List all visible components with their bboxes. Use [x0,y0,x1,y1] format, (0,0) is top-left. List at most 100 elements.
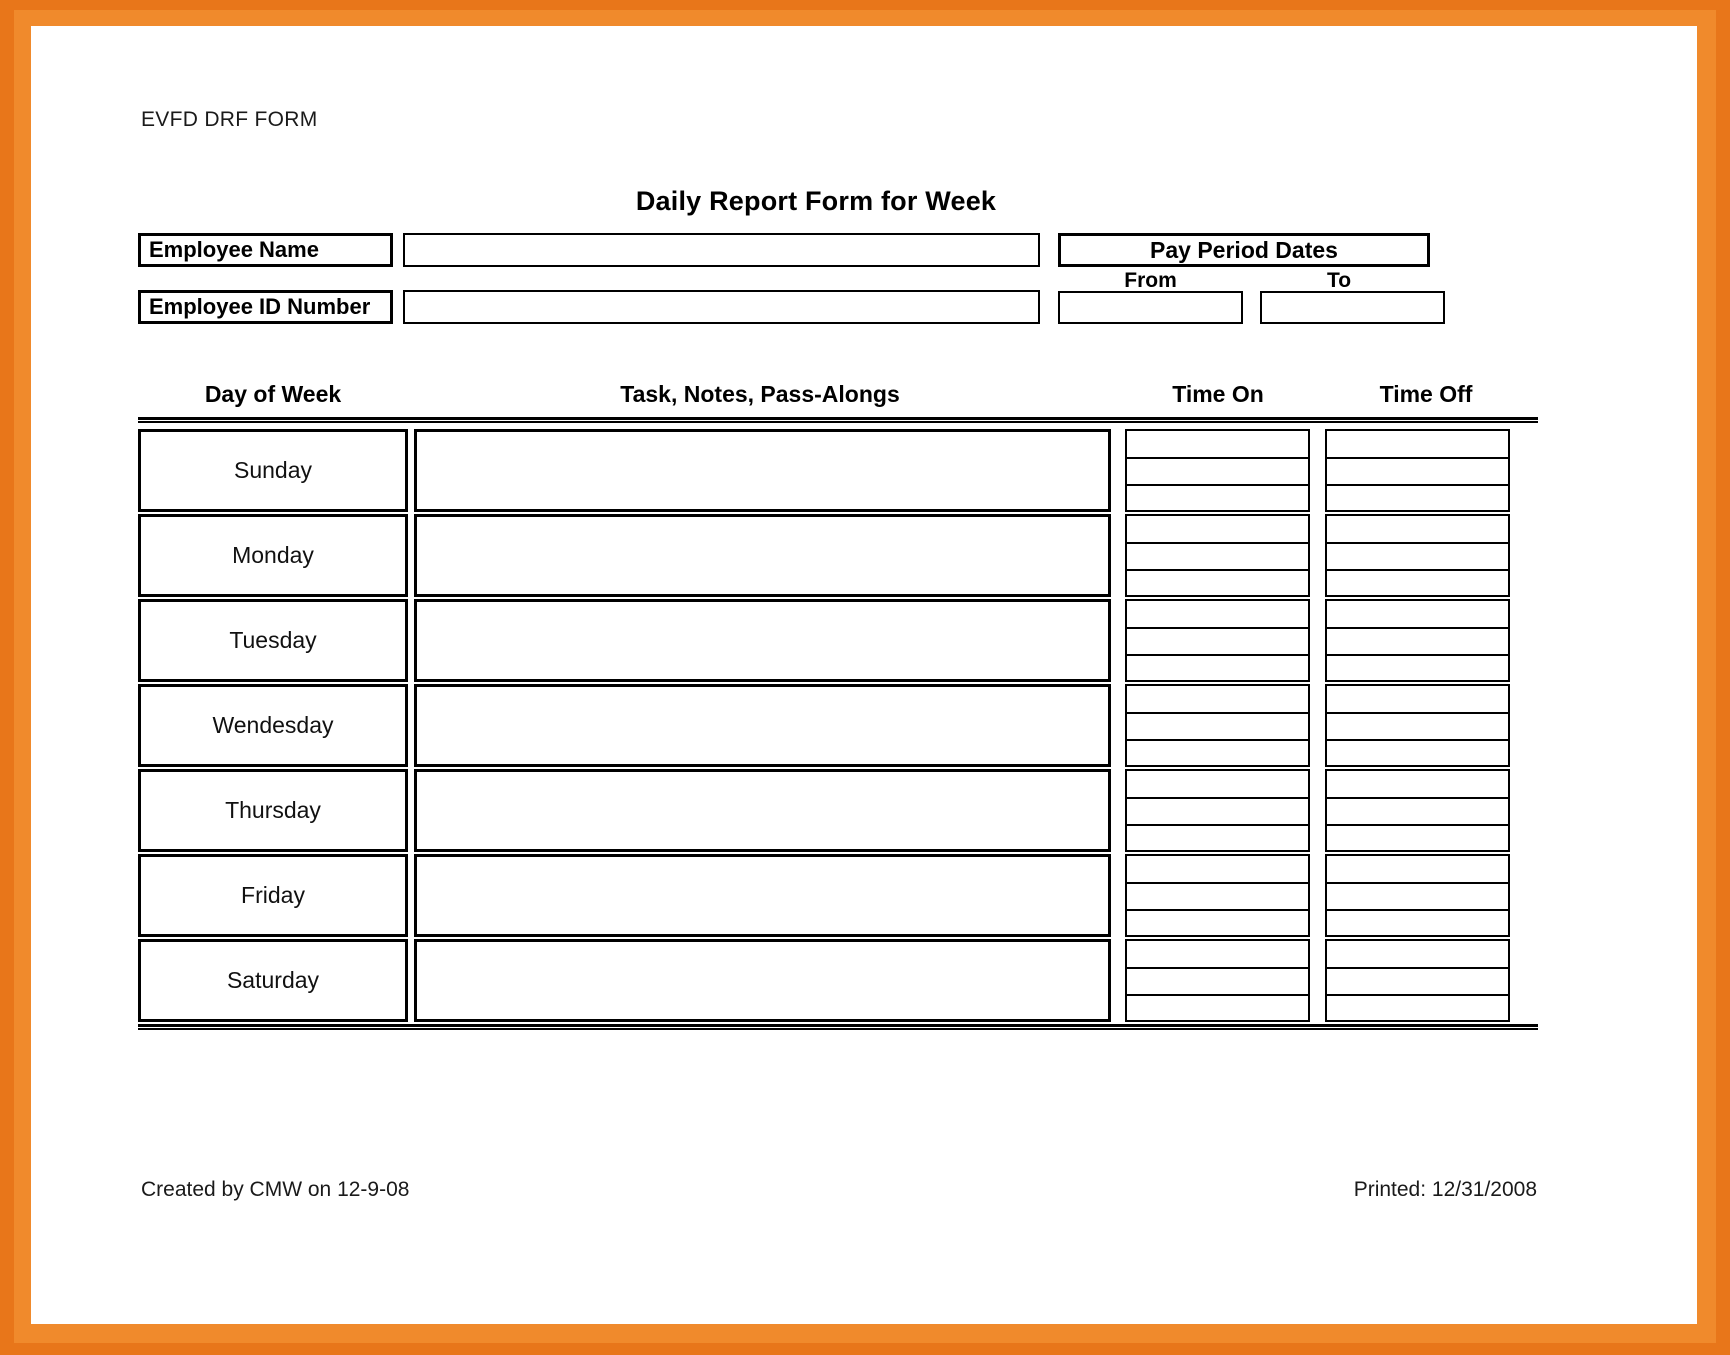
table-bottom-rule [138,1024,1538,1030]
task-notes-input[interactable] [414,769,1111,852]
time-off-input[interactable] [1325,429,1510,512]
table-row: Friday [138,854,1538,939]
time-subline [1327,654,1508,656]
footer-created-by: Created by CMW on 12-9-08 [141,1178,410,1201]
time-sublines [1127,601,1308,680]
time-subline [1127,739,1308,741]
time-sublines [1327,601,1508,680]
time-sublines [1327,686,1508,765]
day-label-wendesday: Wendesday [138,684,408,767]
day-label-sunday: Sunday [138,429,408,512]
identity-block: Employee Name Employee ID Number Pay Per… [138,231,1538,336]
time-on-input[interactable] [1125,854,1310,937]
time-subline [1327,824,1508,826]
day-label-friday: Friday [138,854,408,937]
table-header-rule [138,417,1538,423]
employee-name-label: Employee Name [138,233,393,267]
task-notes-input[interactable] [414,429,1111,512]
time-subline [1327,994,1508,996]
column-header-day: Day of Week [204,381,342,407]
time-subline [1127,569,1308,571]
footer-printed: Printed: 12/31/2008 [1353,1178,1537,1201]
time-sublines [1127,431,1308,510]
time-sublines [1127,941,1308,1020]
time-subline [1127,882,1308,884]
pay-period-header: Pay Period Dates [1058,233,1430,267]
scan-border-outer: EVFD DRF FORM Daily Report Form for Week… [0,0,1730,1355]
time-off-input[interactable] [1325,769,1510,852]
time-off-input[interactable] [1325,684,1510,767]
page-title: Daily Report Form for Week [635,186,997,216]
time-subline [1127,654,1308,656]
time-sublines [1127,771,1308,850]
time-sublines [1327,941,1508,1020]
day-label-thursday: Thursday [138,769,408,852]
day-label-monday: Monday [138,514,408,597]
time-on-input[interactable] [1125,939,1310,1022]
time-subline [1327,542,1508,544]
task-notes-input[interactable] [414,514,1111,597]
day-label-tuesday: Tuesday [138,599,408,682]
time-subline [1327,882,1508,884]
table-row: Wendesday [138,684,1538,769]
time-on-input[interactable] [1125,769,1310,852]
time-on-input[interactable] [1125,684,1310,767]
time-sublines [1127,856,1308,935]
time-subline [1327,909,1508,911]
time-subline [1127,909,1308,911]
time-subline [1327,712,1508,714]
time-subline [1127,542,1308,544]
pay-period-to-label: To [1326,269,1352,292]
time-on-input[interactable] [1125,429,1310,512]
table-row: Monday [138,514,1538,599]
employee-id-label: Employee ID Number [138,290,393,324]
task-notes-input[interactable] [414,854,1111,937]
time-subline [1327,967,1508,969]
pay-period-from-input[interactable] [1058,291,1243,324]
column-header-task: Task, Notes, Pass-Alongs [620,381,900,407]
time-off-input[interactable] [1325,599,1510,682]
column-header-time-on: Time On [1172,381,1264,407]
table-row: Thursday [138,769,1538,854]
time-subline [1127,457,1308,459]
time-sublines [1327,516,1508,595]
report-table: Day of Week Task, Notes, Pass-Alongs Tim… [138,381,1538,1030]
pay-period-to-input[interactable] [1260,291,1445,324]
task-notes-input[interactable] [414,684,1111,767]
time-subline [1327,569,1508,571]
table-header-row: Day of Week Task, Notes, Pass-Alongs Tim… [138,381,1538,423]
time-off-input[interactable] [1325,939,1510,1022]
column-header-time-off: Time Off [1379,381,1473,407]
time-subline [1127,484,1308,486]
paper-sheet: EVFD DRF FORM Daily Report Form for Week… [31,26,1697,1324]
time-sublines [1327,771,1508,850]
employee-name-input[interactable] [403,233,1040,267]
time-sublines [1327,431,1508,510]
time-subline [1327,797,1508,799]
employee-id-input[interactable] [403,290,1040,324]
task-notes-input[interactable] [414,599,1111,682]
pay-period-from-label: From [1124,269,1177,292]
time-off-input[interactable] [1325,854,1510,937]
time-sublines [1127,686,1308,765]
time-subline [1127,824,1308,826]
document-body: EVFD DRF FORM Daily Report Form for Week… [31,26,1697,1324]
time-sublines [1327,856,1508,935]
table-row: Saturday [138,939,1538,1024]
time-subline [1327,627,1508,629]
table-row: Sunday [138,429,1538,514]
table-body: Sunday Monday Tuesday Wendesday Thursday Frid… [138,429,1538,1030]
table-row: Tuesday [138,599,1538,684]
time-subline [1327,739,1508,741]
day-label-saturday: Saturday [138,939,408,1022]
time-off-input[interactable] [1325,514,1510,597]
form-code-label: EVFD DRF FORM [141,108,318,131]
time-subline [1127,994,1308,996]
time-subline [1127,627,1308,629]
time-sublines [1127,516,1308,595]
time-on-input[interactable] [1125,599,1310,682]
task-notes-input[interactable] [414,939,1111,1022]
time-subline [1127,967,1308,969]
time-on-input[interactable] [1125,514,1310,597]
time-subline [1127,712,1308,714]
